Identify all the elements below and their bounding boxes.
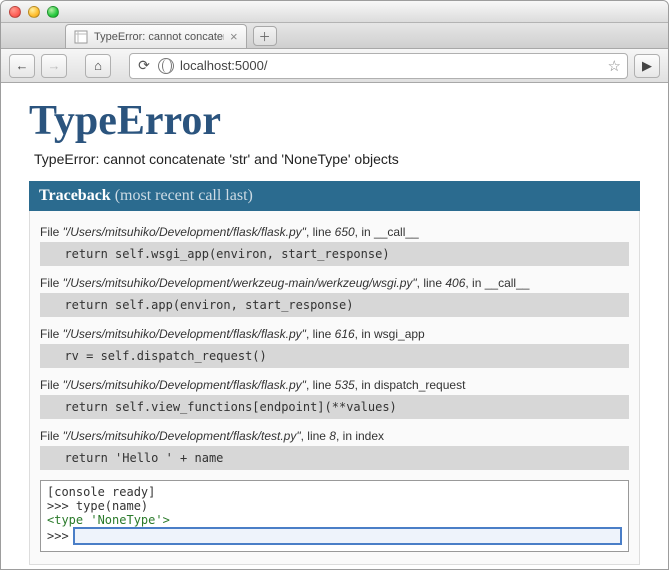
frame-location: File "/Users/mitsuhiko/Development/flask… [40,327,629,341]
window-close-button[interactable] [9,6,21,18]
console-input-line: >>> [47,527,622,545]
console-history-line: >>> type(name) [47,499,622,513]
console-return-line: <type 'NoneType'> [47,513,622,527]
frame-code: rv = self.dispatch_request() [40,344,629,368]
site-globe-icon [158,58,174,74]
tab-title: TypeError: cannot concatena [94,31,224,43]
frame-code: return self.wsgi_app(environ, start_resp… [40,242,629,266]
frame-location: File "/Users/mitsuhiko/Development/flask… [40,225,629,239]
play-icon: ▶ [642,58,652,74]
console-prompt: >>> [47,529,69,543]
console-ready-line: [console ready] [47,485,622,499]
frame-location: File "/Users/mitsuhiko/Development/werkz… [40,276,629,290]
browser-window: TypeError: cannot concatena × ＋ ← → ⌂ ⟳ … [0,0,669,570]
plus-icon: ＋ [259,28,271,45]
traceback-frame[interactable]: File "/Users/mitsuhiko/Development/flask… [40,225,629,266]
window-zoom-button[interactable] [47,6,59,18]
browser-toolbar: ← → ⌂ ⟳ ☆ ▶ [1,49,668,83]
traceback-body: File "/Users/mitsuhiko/Development/flask… [29,211,640,565]
error-title: TypeError [29,97,640,145]
arrow-left-icon: ← [16,58,29,73]
frame-code: return self.app(environ, start_response) [40,293,629,317]
address-bar[interactable]: ⟳ ☆ [129,53,628,79]
traceback-frame[interactable]: File "/Users/mitsuhiko/Development/flask… [40,327,629,368]
traceback-frame[interactable]: File "/Users/mitsuhiko/Development/flask… [40,429,629,470]
reload-button[interactable]: ⟳ [136,57,152,74]
debugger-page: TypeError TypeError: cannot concatenate … [1,83,668,565]
page-viewport[interactable]: TypeError TypeError: cannot concatenate … [1,83,668,569]
error-message: TypeError: cannot concatenate 'str' and … [34,151,640,167]
frame-location: File "/Users/mitsuhiko/Development/flask… [40,378,629,392]
new-tab-button[interactable]: ＋ [253,26,277,46]
tab-strip: TypeError: cannot concatena × ＋ [1,23,668,49]
traceback-header-strong: Traceback [39,187,111,204]
arrow-right-icon: → [48,58,61,73]
home-icon: ⌂ [94,58,102,73]
back-button[interactable]: ← [9,54,35,78]
frame-code: return 'Hello ' + name [40,446,629,470]
traceback-header: Traceback (most recent call last) [29,181,640,211]
tab-close-icon[interactable]: × [230,29,238,44]
frame-location: File "/Users/mitsuhiko/Development/flask… [40,429,629,443]
forward-button[interactable]: → [41,54,67,78]
url-input[interactable] [180,58,602,73]
traceback-frame[interactable]: File "/Users/mitsuhiko/Development/flask… [40,378,629,419]
go-button[interactable]: ▶ [634,54,660,78]
tab-favicon-icon [74,30,88,44]
bookmark-star-icon[interactable]: ☆ [608,57,621,75]
debug-console[interactable]: [console ready] >>> type(name) <type 'No… [40,480,629,552]
window-minimize-button[interactable] [28,6,40,18]
traceback-header-light: (most recent call last) [115,187,253,204]
console-input[interactable] [73,527,622,545]
traceback-frame[interactable]: File "/Users/mitsuhiko/Development/werkz… [40,276,629,317]
frame-code: return self.view_functions[endpoint](**v… [40,395,629,419]
reload-icon: ⟳ [138,57,150,73]
home-button[interactable]: ⌂ [85,54,111,78]
browser-tab-active[interactable]: TypeError: cannot concatena × [65,24,247,48]
window-titlebar [1,1,668,23]
